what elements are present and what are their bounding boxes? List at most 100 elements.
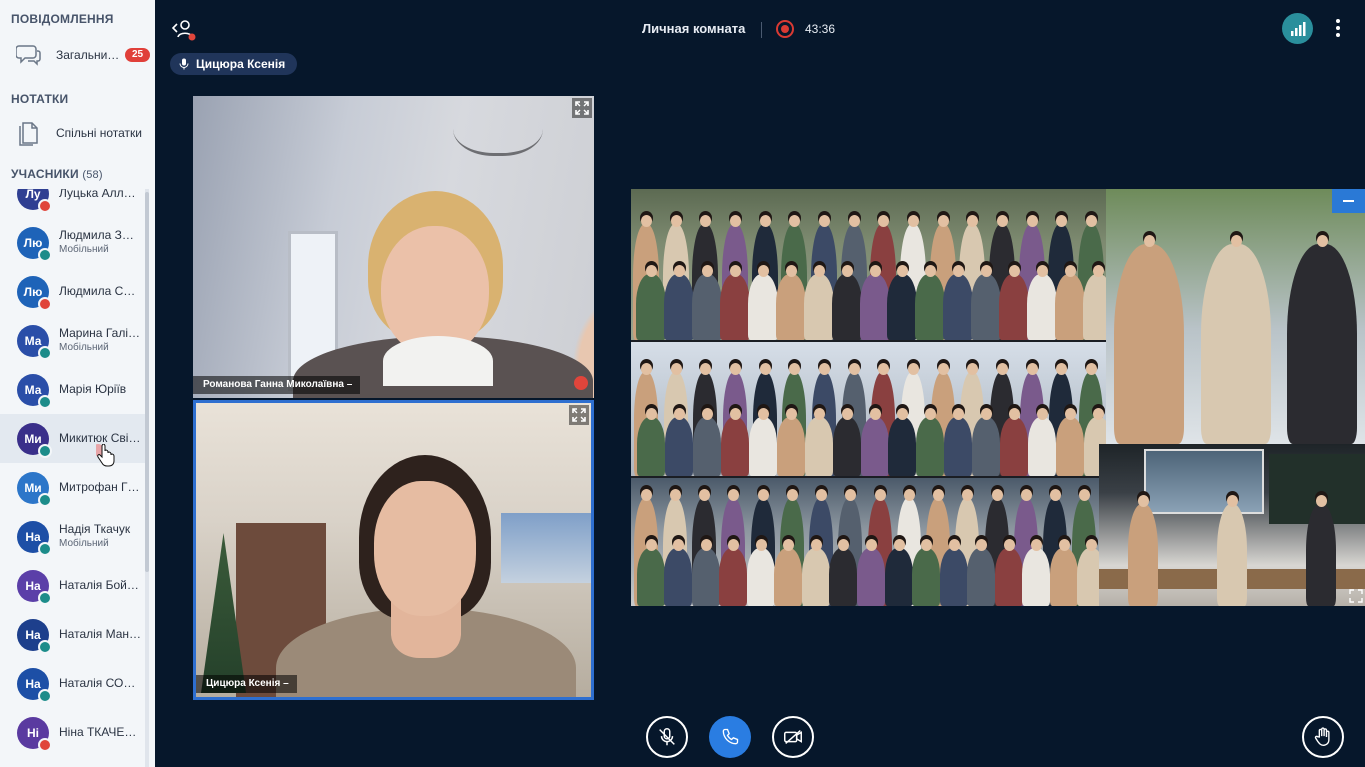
group-photo <box>631 342 1106 476</box>
minimize-button[interactable] <box>1332 189 1365 213</box>
participant-item[interactable]: Ма Марина Галі… Мобільний <box>0 316 145 365</box>
participants-scrollbar-thumb[interactable] <box>145 192 149 572</box>
participant-item[interactable]: На Наталія Ман… <box>0 610 145 659</box>
participant-item[interactable]: Ми Митрофан Г… <box>0 463 145 512</box>
participants-title-text: УЧАСНИКИ <box>11 167 79 181</box>
photo-person <box>1287 235 1357 444</box>
photo-person <box>999 265 1029 340</box>
participant-device: Мобільний <box>59 342 109 353</box>
photo-person <box>692 265 722 340</box>
shared-notes[interactable]: Спільні нотатки <box>0 114 150 152</box>
video-tile-romanova[interactable]: Романова Ганна Миколаївна – <box>193 96 594 398</box>
photo-person <box>940 539 968 606</box>
screen-share-tile[interactable] <box>631 189 1365 606</box>
photo-person <box>1128 495 1158 606</box>
group-photo <box>631 478 1099 606</box>
participant-item[interactable]: Ми Микитюк Сві… <box>0 414 145 463</box>
mute-microphone-button[interactable] <box>646 716 688 758</box>
chat-bubbles-icon <box>16 45 41 66</box>
participant-item[interactable]: На Наталія Бой… <box>0 561 145 610</box>
participant-item[interactable]: На Надія Ткачук Мобільний <box>0 512 145 561</box>
chat-general[interactable]: Загальни… 25 <box>0 36 150 74</box>
raise-hand-button[interactable] <box>1302 716 1344 758</box>
photo-person <box>1114 235 1184 444</box>
more-options-icon[interactable] <box>1328 16 1348 40</box>
participant-item[interactable]: На Наталія СО… <box>0 659 145 708</box>
photo-person <box>802 539 830 606</box>
room-title: Личная комната <box>642 21 746 36</box>
participant-name: Марина Галі… <box>59 326 140 340</box>
photo-person <box>916 408 944 476</box>
expand-icon <box>575 101 589 115</box>
video-tile-tsytsiura[interactable]: Цицюра Ксенія – <box>193 400 594 700</box>
connection-status-button[interactable] <box>1282 13 1313 44</box>
fullscreen-button[interactable] <box>569 405 589 425</box>
microphone-off-icon <box>659 728 675 746</box>
participant-name: Надія Ткачук <box>59 522 131 536</box>
participant-item[interactable]: Лу Луцька Алл… <box>0 189 145 218</box>
photo-person <box>1022 539 1050 606</box>
photo-person <box>804 265 834 340</box>
fullscreen-button[interactable] <box>572 98 592 118</box>
participant-name: Митрофан Г… <box>59 480 140 494</box>
photo-person <box>664 539 692 606</box>
photo-person <box>1201 235 1271 444</box>
sidebar: ПОВІДОМЛЕННЯ Загальни… 25 НОТАТКИ Спільн… <box>0 0 155 767</box>
group-photo <box>1106 189 1365 444</box>
camera-toggle-button[interactable] <box>772 716 814 758</box>
video-frame-detail <box>453 96 543 156</box>
photo-person <box>1217 495 1247 606</box>
camera-off-icon <box>784 730 802 744</box>
photo-person <box>833 408 861 476</box>
notes-document-icon <box>19 122 38 146</box>
signal-bars-icon <box>1291 22 1306 36</box>
expand-icon[interactable] <box>1349 589 1363 603</box>
photo-person <box>636 265 666 340</box>
video-frame-detail <box>501 513 591 583</box>
photo-person <box>720 265 750 340</box>
unread-badge: 25 <box>125 48 150 62</box>
headset-status-icon <box>38 395 52 409</box>
participant-name: Марія Юріїв <box>59 382 127 396</box>
photo-person <box>693 408 721 476</box>
photo-person <box>832 265 862 340</box>
projector-screen <box>1144 449 1264 514</box>
participant-device: Мобільний <box>59 538 109 549</box>
active-speaker-name: Цицюра Ксенія <box>196 57 286 71</box>
participant-item[interactable]: Лю Людмила С… <box>0 267 145 316</box>
participant-name: Луцька Алл… <box>59 189 136 200</box>
photo-person <box>915 265 945 340</box>
photo-person <box>664 265 694 340</box>
photo-person <box>1000 408 1028 476</box>
participants-toggle-icon[interactable] <box>170 16 198 42</box>
participant-item[interactable]: Ма Марія Юріїв <box>0 365 145 414</box>
recording-icon[interactable] <box>776 20 794 38</box>
participant-item[interactable]: Ні Ніна ТКАЧЕ… <box>0 708 145 757</box>
group-photo <box>631 189 1106 340</box>
participant-name: Наталія Ман… <box>59 627 142 641</box>
presenter-status-icon <box>38 199 52 213</box>
photo-person <box>665 408 693 476</box>
headset-status-icon <box>38 444 52 458</box>
participant-item[interactable]: Лю Людмила З… Мобільний <box>0 218 145 267</box>
photo-person <box>721 408 749 476</box>
participant-device: Мобільний <box>59 244 109 255</box>
participant-name: Наталія Бой… <box>59 578 139 592</box>
photo-person <box>1027 265 1057 340</box>
photo-person <box>1056 408 1084 476</box>
video-frame-detail <box>374 481 476 616</box>
photo-person <box>1077 539 1099 606</box>
microphone-icon <box>179 58 189 70</box>
presenter-status-icon <box>38 297 52 311</box>
headset-status-icon <box>38 591 52 605</box>
leave-call-button[interactable] <box>709 716 751 758</box>
expand-icon <box>572 408 586 422</box>
participants-list[interactable]: Лу Луцька Алл… Лю Людмила З… Мобільний Лю Людм… <box>0 189 145 767</box>
photo-person <box>888 408 916 476</box>
recording-timer: 43:36 <box>805 22 836 36</box>
photo-person <box>748 265 778 340</box>
photo-person <box>637 408 665 476</box>
photo-person <box>861 408 889 476</box>
photo-person <box>944 408 972 476</box>
participant-name: Наталія СО… <box>59 676 136 690</box>
